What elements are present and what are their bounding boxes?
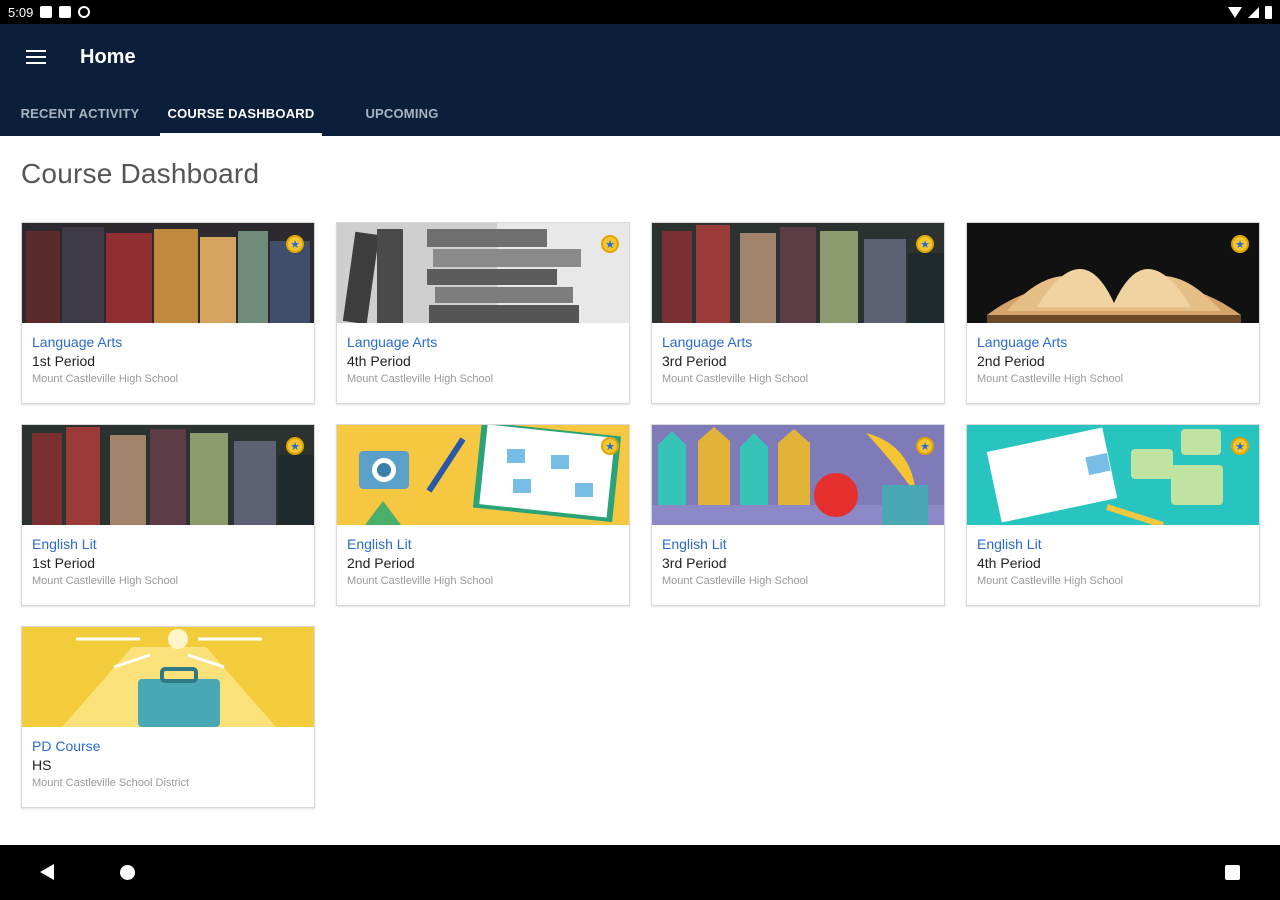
sync-icon — [78, 6, 91, 18]
course-period: 3rd Period — [662, 555, 727, 571]
course-card[interactable]: PD Course HS Mount Castleville School Di… — [21, 626, 315, 808]
star-shield-icon: ★ — [601, 437, 619, 455]
status-time: 5:09 — [8, 4, 34, 20]
star-shield-icon: ★ — [286, 437, 304, 455]
course-period: 2nd Period — [347, 555, 415, 571]
course-school: Mount Castleville High School — [347, 575, 494, 587]
course-card[interactable]: ★ Language Arts 1st Period Mount Castlev… — [21, 222, 315, 404]
status-bar: 5:09 — [0, 0, 1280, 24]
course-school: Mount Castleville High School — [32, 575, 179, 587]
star-shield-icon: ★ — [916, 437, 934, 455]
course-image-books: ★ — [652, 223, 944, 323]
course-image-camera-notebook: ★ — [337, 425, 629, 525]
course-period: 1st Period — [32, 353, 96, 369]
tab-upcoming[interactable]: UPCOMING — [322, 90, 482, 136]
course-school: Mount Castleville High School — [662, 373, 809, 385]
course-school: Mount Castleville High School — [347, 373, 494, 385]
course-image-notebook-chat: ★ — [967, 425, 1259, 525]
recents-square-icon[interactable] — [1225, 865, 1240, 880]
course-school: Mount Castleville High School — [32, 373, 179, 385]
course-period: HS — [32, 757, 52, 773]
course-card[interactable]: ★ Language Arts 4th Period Mount Castlev… — [336, 222, 630, 404]
course-school: Mount Castleville High School — [977, 575, 1124, 587]
course-period: 3rd Period — [662, 353, 727, 369]
system-nav-bar — [0, 845, 1280, 900]
course-name: Language Arts — [977, 334, 1068, 350]
tab-course-dashboard[interactable]: COURSE DASHBOARD — [160, 90, 322, 136]
course-card[interactable]: ★ English Lit 1st Period Mount Castlevil… — [21, 424, 315, 606]
back-triangle-icon[interactable] — [40, 864, 54, 880]
battery-icon — [1265, 5, 1272, 19]
clipboard-icon — [59, 6, 72, 18]
course-name: English Lit — [347, 536, 412, 552]
course-card[interactable]: ★ Language Arts 3rd Period Mount Castlev… — [651, 222, 945, 404]
course-school: Mount Castleville High School — [977, 373, 1124, 385]
tab-bar: RECENT ACTIVITY COURSE DASHBOARD UPCOMIN… — [0, 90, 482, 136]
star-shield-icon: ★ — [1231, 437, 1249, 455]
course-card[interactable]: ★ English Lit 2nd Period Mount Castlevil… — [336, 424, 630, 606]
course-name: Language Arts — [32, 334, 123, 350]
tab-recent-activity[interactable]: RECENT ACTIVITY — [0, 90, 160, 136]
course-image-books: ★ — [22, 223, 314, 323]
star-shield-icon: ★ — [601, 235, 619, 253]
course-card[interactable]: ★ English Lit 4th Period Mount Castlevil… — [966, 424, 1260, 606]
course-period: 4th Period — [347, 353, 411, 369]
course-name: Language Arts — [662, 334, 753, 350]
course-image-houses-apple: ★ — [652, 425, 944, 525]
course-card[interactable]: ★ Language Arts 2nd Period Mount Castlev… — [966, 222, 1260, 404]
course-period: 4th Period — [977, 555, 1041, 571]
course-name: English Lit — [977, 536, 1042, 552]
course-image-briefcase-lightbulb — [22, 627, 314, 727]
course-name: English Lit — [662, 536, 727, 552]
course-image-open-book: ★ — [967, 223, 1259, 323]
app-title: Home — [80, 45, 136, 68]
wifi-icon — [1228, 6, 1242, 18]
course-card[interactable]: ★ English Lit 3rd Period Mount Castlevil… — [651, 424, 945, 606]
course-name: English Lit — [32, 536, 97, 552]
course-period: 2nd Period — [977, 353, 1045, 369]
course-period: 1st Period — [32, 555, 96, 571]
star-shield-icon: ★ — [1231, 235, 1249, 253]
home-circle-icon[interactable] — [120, 865, 135, 880]
notification-icon — [40, 6, 53, 18]
signal-icon — [1248, 6, 1259, 18]
course-name: Language Arts — [347, 334, 438, 350]
course-image-books-bw: ★ — [337, 223, 629, 323]
star-shield-icon: ★ — [286, 235, 304, 253]
course-name: PD Course — [32, 738, 101, 754]
course-school: Mount Castleville School District — [32, 777, 190, 789]
page-title: Course Dashboard — [21, 158, 260, 189]
course-school: Mount Castleville High School — [662, 575, 809, 587]
star-shield-icon: ★ — [916, 235, 934, 253]
course-image-books: ★ — [22, 425, 314, 525]
hamburger-menu-icon[interactable] — [26, 50, 46, 64]
app-bar: Home RECENT ACTIVITY COURSE DASHBOARD UP… — [0, 24, 1280, 136]
